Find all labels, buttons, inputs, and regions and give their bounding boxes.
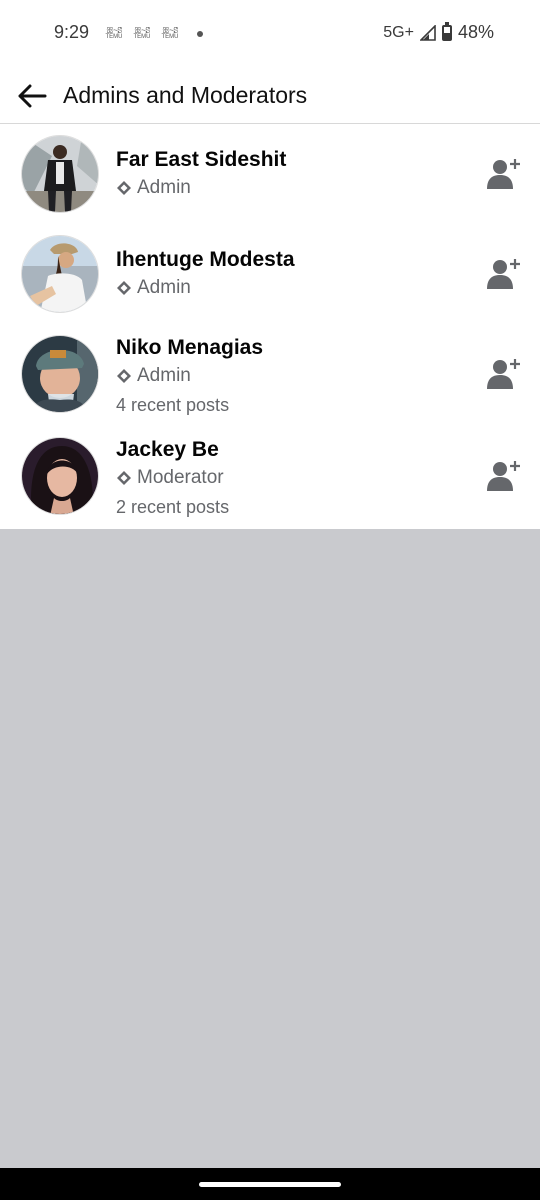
notification-icons: ꕥ~ꗟ TEMU ꕥ~ꗟ TEMU ꕥ~ꗟ TEMU xyxy=(103,26,181,42)
members-list: Far East Sideshit Admin Ihentuge Modesta… xyxy=(0,124,540,529)
page-title: Admins and Moderators xyxy=(63,82,308,108)
member-role: Moderator xyxy=(116,467,224,489)
moderator-badge-icon xyxy=(117,471,131,485)
battery-fill xyxy=(443,32,450,39)
add-friend-icon[interactable] xyxy=(486,257,520,291)
profile-photo-icon xyxy=(22,438,98,514)
member-role: Admin xyxy=(116,277,191,299)
profile-photo-icon xyxy=(22,136,98,212)
back-button[interactable] xyxy=(14,78,50,114)
recent-posts-count: 4 recent posts xyxy=(116,395,230,415)
list-item[interactable]: Ihentuge Modesta Admin xyxy=(0,224,540,324)
member-name[interactable]: Far East Sideshit xyxy=(116,148,286,172)
avatar[interactable] xyxy=(21,437,99,515)
admin-badge-icon xyxy=(117,369,131,383)
temu-notification-icon: ꕥ~ꗟ TEMU xyxy=(133,26,151,41)
app-header: Admins and Moderators xyxy=(0,66,540,124)
battery-percent: 48% xyxy=(457,22,494,42)
temu-notification-icon: ꕥ~ꗟ TEMU xyxy=(161,26,179,41)
profile-photo-icon xyxy=(22,236,98,312)
status-time: 9:29 xyxy=(54,22,90,42)
profile-photo-icon xyxy=(22,336,98,412)
member-name[interactable]: Ihentuge Modesta xyxy=(116,248,295,272)
add-friend-icon[interactable] xyxy=(486,357,520,391)
list-item[interactable]: Far East Sideshit Admin xyxy=(0,124,540,224)
member-role: Admin xyxy=(116,177,191,199)
add-friend-icon[interactable] xyxy=(486,157,520,191)
avatar[interactable] xyxy=(21,135,99,213)
admin-badge-icon xyxy=(117,181,131,195)
home-indicator[interactable] xyxy=(199,1182,341,1187)
member-name[interactable]: Niko Menagias xyxy=(116,336,263,360)
list-item[interactable]: Jackey Be Moderator 2 recent posts xyxy=(0,426,540,529)
add-friend-icon[interactable] xyxy=(486,459,520,493)
temu-notification-icon: ꕥ~ꗟ TEMU xyxy=(105,26,123,41)
status-indicators: 5G+ 48% xyxy=(383,21,494,43)
status-bar: 9:29 ꕥ~ꗟ TEMU ꕥ~ꗟ TEMU ꕥ~ꗟ TEMU 5G+ 48% xyxy=(0,0,540,66)
admin-badge-icon xyxy=(117,281,131,295)
system-nav-bar xyxy=(0,1168,540,1200)
avatar[interactable] xyxy=(21,235,99,313)
network-type: 5G+ xyxy=(383,23,414,41)
member-role: Admin xyxy=(116,365,191,387)
avatar[interactable] xyxy=(21,335,99,413)
list-item[interactable]: Niko Menagias Admin 4 recent posts xyxy=(0,324,540,426)
more-notifications-dot-icon xyxy=(197,31,203,37)
recent-posts-count: 2 recent posts xyxy=(116,497,230,517)
member-name[interactable]: Jackey Be xyxy=(116,438,219,462)
battery-icon xyxy=(441,21,452,41)
signal-icon xyxy=(419,24,436,41)
arrow-left-icon xyxy=(18,84,47,108)
